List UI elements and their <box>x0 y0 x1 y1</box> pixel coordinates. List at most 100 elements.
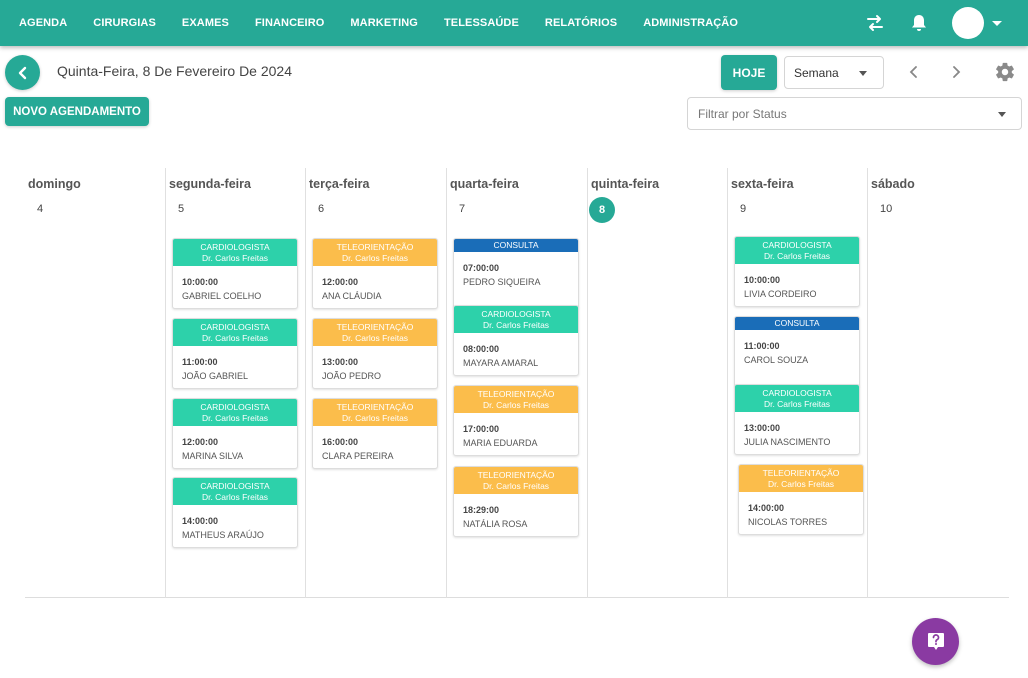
appointment-type: CARDIOLOGISTA <box>762 388 832 398</box>
appointment-card[interactable]: TELEORIENTAÇÃO Dr. Carlos Freitas 14:00:00… <box>738 464 864 535</box>
week-calendar: domingo 4 segunda-feira 5 CARDIOLOGISTA Dr. C… <box>25 168 1009 598</box>
appointment-doctor: Dr. Carlos Freitas <box>482 481 550 491</box>
view-select-value: Semana <box>794 65 839 80</box>
appointment-card[interactable]: CARDIOLOGISTA Dr. Carlos Freitas 10:00:00 L… <box>734 236 860 307</box>
day-column: sexta-feira 9 CARDIOLOGISTA Dr. Carlos Frei… <box>727 168 867 598</box>
appointment-card[interactable]: CARDIOLOGISTA Dr. Carlos Freitas 12:00:00 M… <box>172 398 298 469</box>
next-week-button[interactable] <box>946 62 966 82</box>
appointment-type: CARDIOLOGISTA <box>481 309 551 319</box>
appointment-type-header: CARDIOLOGISTA Dr. Carlos Freitas <box>173 399 297 426</box>
appointment-patient: LIVIA CORDEIRO <box>744 289 817 299</box>
chevron-left-icon <box>909 66 917 78</box>
appointment-doctor: Dr. Carlos Freitas <box>341 413 409 423</box>
day-number[interactable]: 10 <box>880 203 892 215</box>
appointment-type-header: CARDIOLOGISTA Dr. Carlos Freitas <box>454 306 578 333</box>
appointment-card[interactable]: TELEORIENTAÇÃO Dr. Carlos Freitas 17:00:00… <box>453 385 579 456</box>
page-title: Quinta-Feira, 8 De Fevereiro De 2024 <box>57 63 292 79</box>
top-navbar: AGENDA CIRURGIAS EXAMES FINANCEIRO MARKE… <box>0 0 1028 46</box>
appointment-doctor: Dr. Carlos Freitas <box>763 399 831 409</box>
appointment-time: 08:00:00 <box>463 344 500 354</box>
bell-icon[interactable] <box>908 12 930 34</box>
appointment-patient: MATHEUS ARAÚJO <box>182 530 264 540</box>
status-filter-placeholder: Filtrar por Status <box>698 106 787 121</box>
day-name: terça-feira <box>309 177 370 191</box>
appointment-card[interactable]: CONSULTA 11:00:00 CAROL SOUZA <box>734 316 860 387</box>
appointment-time: 14:00:00 <box>748 503 785 513</box>
appointment-card[interactable]: CARDIOLOGISTA Dr. Carlos Freitas 08:00:00 M… <box>453 305 579 376</box>
appointment-type: CARDIOLOGISTA <box>200 481 270 491</box>
appointment-doctor: Dr. Carlos Freitas <box>482 320 550 330</box>
appointment-doctor: Dr. Carlos Freitas <box>201 333 269 343</box>
back-button[interactable] <box>5 55 40 90</box>
day-name: quarta-feira <box>450 177 519 191</box>
appointment-doctor: Dr. Carlos Freitas <box>341 253 409 263</box>
appointment-doctor: Dr. Carlos Freitas <box>201 253 269 263</box>
day-number[interactable]: 9 <box>740 203 746 215</box>
appointment-type: CARDIOLOGISTA <box>762 240 832 250</box>
appointment-card[interactable]: TELEORIENTAÇÃO Dr. Carlos Freitas 13:00:00… <box>312 318 438 389</box>
appointment-type-header: CARDIOLOGISTA Dr. Carlos Freitas <box>173 319 297 346</box>
appointment-patient: PEDRO SIQUEIRA <box>463 277 541 287</box>
day-number[interactable]: 4 <box>37 203 43 215</box>
appointment-type: CARDIOLOGISTA <box>200 322 270 332</box>
help-icon <box>927 632 944 650</box>
appointment-doctor: Dr. Carlos Freitas <box>763 251 831 261</box>
appointment-patient: GABRIEL COELHO <box>182 291 262 301</box>
nav-telessaude[interactable]: TELESSAÚDE <box>431 0 532 46</box>
appointment-card[interactable]: CARDIOLOGISTA Dr. Carlos Freitas 11:00:00 J… <box>172 318 298 389</box>
appointment-type: TELEORIENTAÇÃO <box>762 468 840 478</box>
appointment-card[interactable]: CARDIOLOGISTA Dr. Carlos Freitas 10:00:00 G… <box>172 238 298 309</box>
nav-financeiro[interactable]: FINANCEIRO <box>242 0 337 46</box>
day-name: quinta-feira <box>591 177 660 191</box>
appointment-patient: CAROL SOUZA <box>744 355 809 365</box>
appointment-time: 17:00:00 <box>463 424 500 434</box>
day-number[interactable]: 6 <box>318 203 324 215</box>
appointment-patient: JOÃO GABRIEL <box>182 371 249 381</box>
appointment-type-header: CARDIOLOGISTA Dr. Carlos Freitas <box>173 239 297 266</box>
nav-exames[interactable]: EXAMES <box>169 0 242 46</box>
today-day-number[interactable]: 8 <box>589 197 615 223</box>
chevron-down-icon[interactable] <box>992 20 1002 26</box>
appointment-type-header: TELEORIENTAÇÃO Dr. Carlos Freitas <box>313 239 437 266</box>
day-number[interactable]: 5 <box>178 203 184 215</box>
appointment-card[interactable]: TELEORIENTAÇÃO Dr. Carlos Freitas 12:00:00… <box>312 238 438 309</box>
new-appointment-button[interactable]: NOVO AGENDAMENTO <box>5 97 149 126</box>
view-select[interactable]: Semana <box>784 56 884 89</box>
day-number[interactable]: 7 <box>459 203 465 215</box>
day-name: sábado <box>871 177 915 191</box>
help-button[interactable] <box>912 618 959 665</box>
appointment-time: 11:00:00 <box>744 341 780 351</box>
gear-icon[interactable] <box>994 61 1016 83</box>
appointment-time: 10:00:00 <box>744 275 781 285</box>
day-name: sexta-feira <box>731 177 794 191</box>
appointment-card[interactable]: CARDIOLOGISTA Dr. Carlos Freitas 14:00:00 M… <box>172 477 298 548</box>
nav-marketing[interactable]: MARKETING <box>337 0 431 46</box>
appointment-time: 12:00:00 <box>322 277 359 287</box>
appointment-type: TELEORIENTAÇÃO <box>336 242 414 252</box>
today-button[interactable]: HOJE <box>721 55 777 90</box>
appointment-card[interactable]: TELEORIENTAÇÃO Dr. Carlos Freitas 16:00:00… <box>312 398 438 469</box>
appointment-card[interactable]: CONSULTA 07:00:00 PEDRO SIQUEIRA <box>453 238 579 309</box>
appointment-time: 13:00:00 <box>744 423 781 433</box>
nav-cirurgias[interactable]: CIRURGIAS <box>80 0 169 46</box>
day-column: terça-feira 6 TELEORIENTAÇÃO Dr. Carlos Fre… <box>305 168 446 598</box>
appointment-type-header: CARDIOLOGISTA Dr. Carlos Freitas <box>173 478 297 505</box>
appointment-type: TELEORIENTAÇÃO <box>477 470 555 480</box>
appointment-patient: MARIA EDUARDA <box>463 438 538 448</box>
appointment-patient: JULIA NASCIMENTO <box>744 437 831 447</box>
appointment-patient: MARINA SILVA <box>182 451 244 461</box>
chevron-right-icon <box>953 66 961 78</box>
status-filter-select[interactable]: Filtrar por Status <box>687 97 1022 130</box>
chevron-down-icon <box>998 112 1006 117</box>
appointment-time: 13:00:00 <box>322 357 359 367</box>
appointment-time: 12:00:00 <box>182 437 219 447</box>
appointment-card[interactable]: TELEORIENTAÇÃO Dr. Carlos Freitas 18:29:00… <box>453 466 579 537</box>
nav-agenda[interactable]: AGENDA <box>6 0 80 46</box>
swap-icon[interactable] <box>864 12 886 34</box>
prev-week-button[interactable] <box>904 62 924 82</box>
day-column: quinta-feira 8 <box>587 168 727 598</box>
appointment-card[interactable]: CARDIOLOGISTA Dr. Carlos Freitas 13:00:00 J… <box>734 384 860 455</box>
nav-relatorios[interactable]: RELATÓRIOS <box>532 0 630 46</box>
avatar[interactable] <box>952 7 984 39</box>
nav-administracao[interactable]: ADMINISTRAÇÃO <box>630 0 751 46</box>
